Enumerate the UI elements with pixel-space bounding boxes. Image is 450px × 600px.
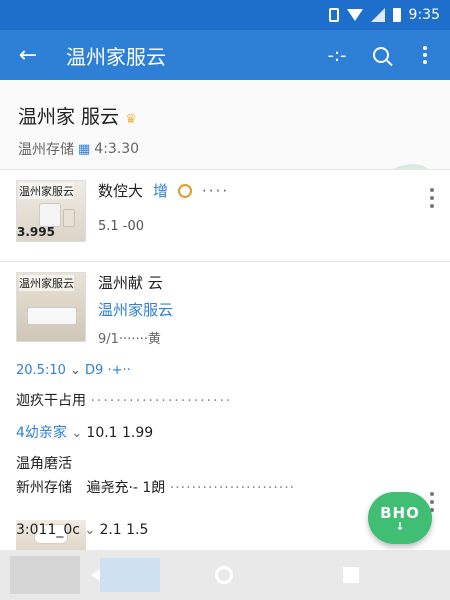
more-vert-icon (423, 46, 427, 64)
bed-figure (27, 307, 77, 325)
card-note: 9/1·······黄 (98, 332, 161, 347)
text-row: 4幼亲家 ⌄ 10.1 1.99 (0, 416, 450, 448)
product-thumbnail: 温州家服云 (16, 272, 86, 342)
product-thumbnail: 温州家服云 3.995 (16, 180, 86, 242)
appliance-figure (39, 203, 61, 227)
status-time: 9:35 (408, 7, 440, 23)
app-bar: ← 温州家服云 -:- (0, 30, 450, 80)
header-subtitle: 温州存储 ▦ 4:3.30 (18, 141, 140, 158)
signal-icon (370, 8, 385, 22)
card-title: 温州献 云 (98, 274, 163, 292)
download-fab[interactable]: BHO ↓ (368, 492, 432, 544)
card-title: 数倥大 (98, 182, 144, 200)
card-subtitle-link[interactable]: 温州家服云 (98, 299, 434, 320)
bottom-card-line: 新州存储 遍尧充·- 1朗 ······················· (16, 480, 296, 496)
app-title: 温州家服云 (66, 44, 166, 69)
meta-row: 20.5:10 ⌄ D9 ·+·· (0, 357, 450, 384)
clock-icon (178, 183, 193, 198)
vibrate-icon (328, 8, 339, 22)
nav-recent-icon[interactable] (343, 567, 359, 583)
system-nav-bar (0, 550, 450, 600)
text-row: 迦疚干占用 ······················ (0, 384, 450, 416)
download-arrow-icon: ↓ (395, 520, 405, 533)
wifi-icon (346, 9, 363, 21)
header-block: 温州家 服云 ♛ 温州存储 ▦ 4:3.30 (0, 80, 450, 169)
tag-label[interactable]: 增 (153, 180, 168, 201)
list-item[interactable]: 温州家服云 温州献 云 温州家服云 9/1·······黄 (0, 261, 450, 357)
search-button[interactable] (362, 33, 400, 77)
bottom-card-title: 温角磨活 (16, 456, 72, 472)
status-bar: 9:35 (0, 0, 450, 30)
overflow-text-button[interactable]: -:- (318, 33, 356, 77)
calendar-icon: ▦ (78, 141, 91, 157)
card-dots: ···· (202, 181, 230, 200)
crown-icon: ♛ (125, 112, 137, 127)
card-date: 5.1 -00 (98, 219, 145, 234)
back-arrow-icon[interactable]: ← (0, 30, 56, 80)
nav-back-icon[interactable] (91, 566, 105, 584)
more-vert-icon[interactable] (430, 188, 434, 208)
more-button[interactable] (406, 33, 444, 77)
battery-icon (392, 8, 401, 22)
page-title: 温州家 服云 ♛ (18, 106, 137, 128)
search-icon (373, 47, 389, 63)
nav-home-icon[interactable] (215, 566, 233, 584)
main-content: Q D O Q 温州家 服云 ♛ 温州存储 ▦ 4:3.30 温州家服云 3.9… (0, 80, 450, 550)
list-item[interactable]: 温州家服云 3.995 数倥大 增 ···· 5.1 -00 (0, 169, 450, 261)
bag-figure (63, 209, 75, 227)
